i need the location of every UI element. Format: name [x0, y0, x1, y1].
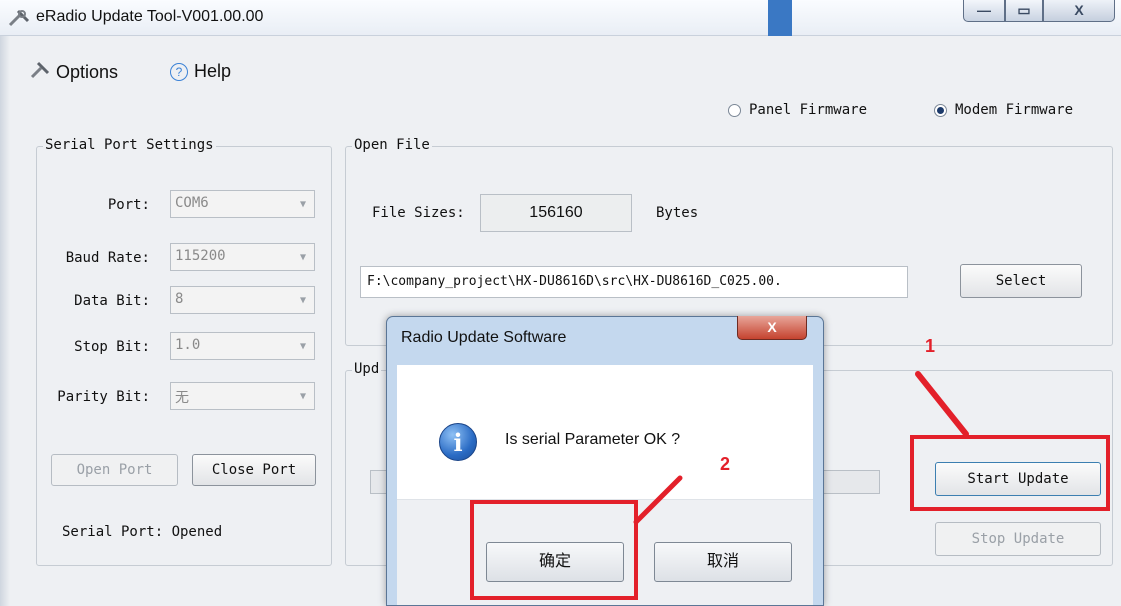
options-tools-icon: [30, 61, 50, 84]
baud-rate-label: Baud Rate:: [65, 250, 150, 266]
info-icon: i: [439, 423, 477, 461]
annotation-arrow-1: [915, 371, 969, 437]
window-left-edge: [0, 36, 10, 606]
dialog-close-button[interactable]: X: [737, 316, 807, 340]
chevron-down-icon: ▼: [299, 341, 306, 352]
maximize-button[interactable]: ▭: [1005, 0, 1043, 22]
annotation-number-1: 1: [925, 336, 936, 356]
chevron-down-icon: ▼: [299, 391, 306, 402]
menu-options[interactable]: Options: [30, 61, 118, 84]
stop-bit-value: 1.0: [175, 337, 201, 353]
file-path-input[interactable]: F:\company_project\HX-DU8616D\src\HX-DU8…: [360, 266, 908, 298]
parity-bit-value: 无: [175, 390, 189, 406]
maximize-icon: ▭: [1017, 2, 1031, 18]
close-icon: X: [767, 319, 777, 335]
panel-firmware-radio[interactable]: [728, 103, 741, 117]
chevron-down-icon: ▼: [299, 199, 306, 210]
modem-firmware-radio[interactable]: [934, 103, 947, 117]
open-file-group-title: Open File: [352, 137, 432, 153]
data-bit-label: Data Bit:: [74, 293, 150, 309]
dialog-title: Radio Update Software: [401, 329, 567, 346]
stop-bit-label: Stop Bit:: [74, 339, 150, 355]
chevron-down-icon: ▼: [299, 295, 306, 306]
close-icon: X: [1074, 2, 1084, 18]
menu-help[interactable]: ? Help: [170, 61, 231, 82]
port-label: Port:: [107, 197, 150, 213]
menu-help-label: Help: [194, 61, 232, 81]
data-bit-select[interactable]: 8 ▼: [170, 286, 315, 314]
baud-rate-select[interactable]: 115200 ▼: [170, 243, 315, 271]
data-bit-value: 8: [175, 291, 184, 307]
chevron-down-icon: ▼: [299, 252, 306, 263]
app-tools-icon: [8, 9, 30, 27]
menu-bar: Options ? Help: [0, 55, 1121, 89]
file-size-label: File Sizes:: [372, 205, 465, 221]
baud-rate-value: 115200: [175, 248, 226, 264]
cancel-button[interactable]: 取消: [654, 542, 792, 582]
start-update-button[interactable]: Start Update: [935, 462, 1101, 496]
help-icon: ?: [170, 62, 188, 81]
port-value: COM6: [175, 195, 209, 211]
file-size-field: 156160: [480, 194, 632, 232]
background-window-strip: [768, 0, 792, 36]
open-port-button[interactable]: Open Port: [51, 454, 178, 486]
modem-firmware-label: Modem Firmware: [955, 102, 1074, 118]
stop-update-button[interactable]: Stop Update: [935, 522, 1101, 556]
select-file-button[interactable]: Select: [960, 264, 1082, 298]
panel-firmware-label: Panel Firmware: [749, 102, 868, 118]
ok-button[interactable]: 确定: [486, 542, 624, 582]
annotation-arrow-2: [633, 475, 683, 525]
close-port-button[interactable]: Close Port: [192, 454, 316, 486]
window-title: eRadio Update Tool-V001.00.00: [36, 8, 264, 25]
port-select[interactable]: COM6 ▼: [170, 190, 315, 218]
serial-group-title: Serial Port Settings: [43, 137, 216, 153]
serial-port-status: Serial Port: Opened: [62, 524, 223, 540]
minimize-button[interactable]: —: [963, 0, 1005, 22]
parity-bit-label: Parity Bit:: [57, 389, 150, 405]
window-close-button[interactable]: X: [1043, 0, 1115, 22]
dialog-message: Is serial Parameter OK ?: [505, 431, 681, 448]
stop-bit-select[interactable]: 1.0 ▼: [170, 332, 315, 360]
panel-firmware-option[interactable]: Panel Firmware: [728, 102, 867, 118]
update-group-title: Upd: [352, 361, 382, 377]
modem-firmware-option[interactable]: Modem Firmware: [934, 102, 1073, 118]
minimize-icon: —: [977, 2, 991, 18]
menu-options-label: Options: [56, 62, 119, 82]
annotation-number-2: 2: [720, 454, 731, 474]
file-size-unit: Bytes: [656, 205, 699, 221]
parity-bit-select[interactable]: 无 ▼: [170, 382, 315, 410]
